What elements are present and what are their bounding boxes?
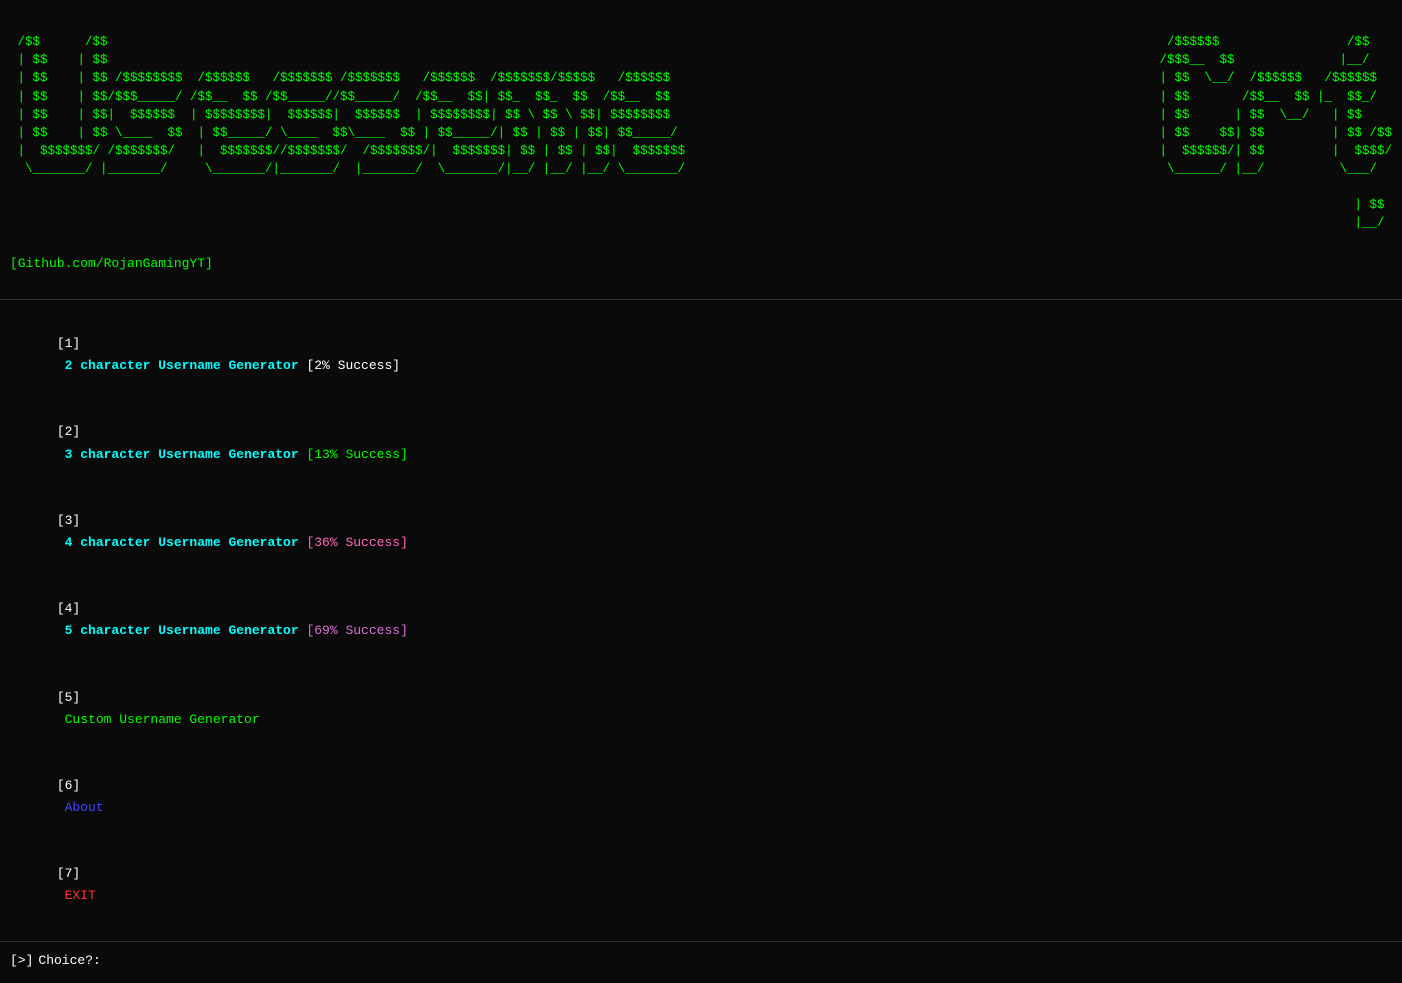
github-link: [Github.com/RojanGamingYT] bbox=[0, 233, 1402, 294]
menu-num-6: [6] bbox=[57, 778, 80, 793]
menu-num-5: [5] bbox=[57, 690, 80, 705]
menu-item-3[interactable]: [3] 4 character Username Generator [36% … bbox=[10, 488, 1392, 576]
github-text: [Github.com/RojanGamingYT] bbox=[10, 256, 213, 271]
menu-item-7[interactable]: [7] EXIT bbox=[10, 841, 1392, 929]
menu-num-3: [3] bbox=[57, 513, 80, 528]
menu-success-2: [13% Success] bbox=[306, 447, 407, 462]
menu-num-1: [1] bbox=[57, 336, 80, 351]
menu-item-4[interactable]: [4] 5 character Username Generator [69% … bbox=[10, 576, 1392, 664]
prompt-symbol: [>] bbox=[10, 953, 33, 968]
menu-label-6: About bbox=[57, 800, 104, 815]
ascii-art-container: /$$ /$$ | $$ | $$ | $$ | $$ /$$$$$$$$ /$… bbox=[0, 10, 1402, 233]
menu-item-6[interactable]: [6] About bbox=[10, 753, 1392, 841]
menu-section: [1] 2 character Username Generator [2% S… bbox=[0, 306, 1402, 935]
menu-label-4: 5 character Username Generator bbox=[57, 623, 307, 638]
prompt-label: Choice?: bbox=[38, 953, 100, 968]
terminal-window: /$$ /$$ | $$ | $$ | $$ | $$ /$$$$$$$$ /$… bbox=[0, 0, 1402, 983]
menu-label-2: 3 character Username Generator bbox=[57, 447, 307, 462]
menu-label-1: 2 character Username Generator bbox=[57, 358, 307, 373]
ascii-art-left: /$$ /$$ | $$ | $$ | $$ | $$ /$$$$$$$$ /$… bbox=[0, 15, 1159, 233]
menu-item-5[interactable]: [5] Custom Username Generator bbox=[10, 665, 1392, 753]
menu-success-3: [36% Success] bbox=[306, 535, 407, 550]
menu-label-5: Custom Username Generator bbox=[57, 712, 260, 727]
menu-success-4: [69% Success] bbox=[306, 623, 407, 638]
top-divider bbox=[0, 299, 1402, 300]
menu-num-4: [4] bbox=[57, 601, 80, 616]
menu-item-2[interactable]: [2] 3 character Username Generator [13% … bbox=[10, 399, 1392, 487]
prompt-input[interactable] bbox=[103, 953, 303, 968]
menu-label-3: 4 character Username Generator bbox=[57, 535, 307, 550]
menu-success-1: [2% Success] bbox=[306, 358, 400, 373]
menu-num-2: [2] bbox=[57, 424, 80, 439]
ascii-art-right: /$$$$$$ /$$ /$$$__ $$ |__/ | $$ \__/ /$$… bbox=[1159, 15, 1402, 233]
menu-num-7: [7] bbox=[57, 866, 80, 881]
bottom-divider bbox=[0, 941, 1402, 942]
menu-label-7: EXIT bbox=[57, 888, 96, 903]
menu-item-1[interactable]: [1] 2 character Username Generator [2% S… bbox=[10, 311, 1392, 399]
prompt-section[interactable]: [>] Choice?: bbox=[0, 948, 1402, 973]
